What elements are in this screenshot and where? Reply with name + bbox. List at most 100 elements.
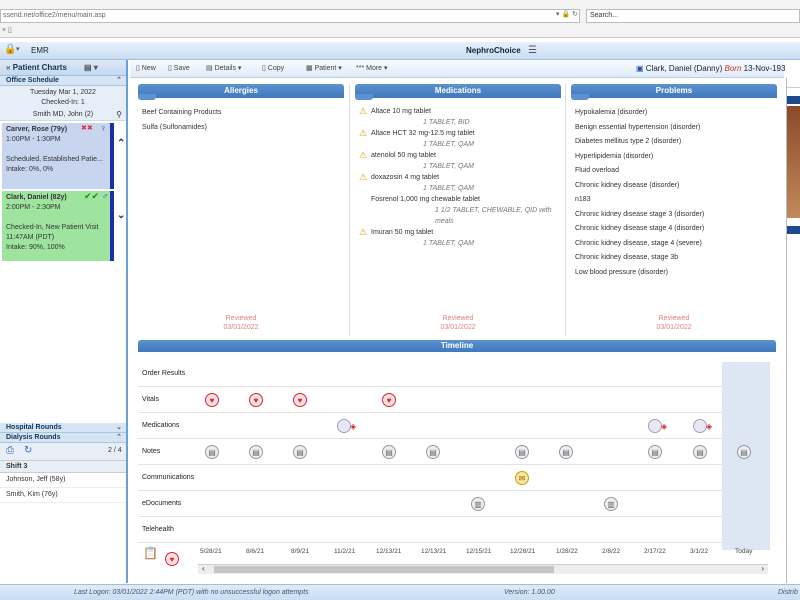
note-icon[interactable]: ▤ (648, 445, 662, 459)
medication-sig: 1 TABLET, BID (423, 119, 470, 126)
allergies-header[interactable]: Allergies (138, 84, 344, 100)
allergy-item[interactable]: Beef Containing Products (142, 106, 340, 121)
problem-item[interactable]: n183 (575, 193, 773, 208)
allergy-item[interactable]: Sulfa (Sulfonamides) (142, 121, 340, 136)
more-button[interactable]: *** More ▾ (356, 64, 388, 72)
hospital-rounds-header[interactable]: Hospital Rounds ⌄ (0, 423, 126, 433)
problem-item[interactable]: Chronic kidney disease (disorder) (575, 179, 773, 194)
note-icon[interactable]: ▤ (559, 445, 573, 459)
new-button[interactable]: ▯ New (136, 64, 156, 72)
scroll-up-icon[interactable]: ⌃ (117, 138, 125, 149)
problems-header[interactable]: Problems (571, 84, 777, 100)
office-schedule-header[interactable]: Office Schedule ⌃ (0, 76, 126, 86)
close-tab-icon[interactable]: × (2, 27, 6, 34)
medication-item[interactable]: ⚠ doxazosin 4 mg tablet (359, 172, 557, 183)
timeline-date: Today (735, 548, 753, 555)
problem-item[interactable]: Chronic kidney disease stage 3 (disorder… (575, 208, 773, 223)
pill-icon[interactable]: ◈ (693, 419, 712, 433)
details-label: Details (214, 65, 236, 72)
schedule-date: Tuesday Mar 1, 2022 (30, 89, 96, 96)
dialysis-rounds-label: Dialysis Rounds (6, 434, 61, 441)
new-label: New (141, 65, 156, 72)
note-icon[interactable]: ▤ (515, 445, 529, 459)
hamburger-menu-icon[interactable]: ☰ (528, 45, 537, 56)
medications-title: Medications (434, 86, 482, 95)
document-icon[interactable]: ▥ (604, 497, 618, 511)
note-icon[interactable]: ▤ (737, 445, 751, 459)
problem-item[interactable]: Fluid overload (575, 164, 773, 179)
medications-header[interactable]: Medications (355, 84, 561, 100)
heart-icon[interactable]: ♥ (165, 552, 179, 566)
timeline-date: 12/15/21 (466, 548, 492, 555)
note-icon[interactable]: ▤ (249, 445, 263, 459)
timeline-row-label: Order Results (142, 370, 186, 377)
note-icon[interactable]: ▤ (205, 445, 219, 459)
problem-item[interactable]: Diabetes mellitus type 2 (disorder) (575, 135, 773, 150)
patient-charts-header: « Patient Charts ▤ ▾ (0, 60, 126, 76)
module-name: EMR (31, 46, 49, 55)
problem-item[interactable]: Chronic kidney disease, stage 4 (severe) (575, 237, 773, 252)
medication-item[interactable]: ⚠ Altace HCT 32 mg-12.5 mg tablet (359, 128, 557, 139)
timeline-row-label: Medications (142, 422, 180, 429)
patient-button[interactable]: ▦ Patient ▾ (306, 64, 342, 72)
document-icon[interactable]: ▥ (471, 497, 485, 511)
born-label: Born (724, 64, 742, 73)
timeline-header[interactable]: Timeline (138, 340, 776, 352)
dropdown-icon[interactable]: ▾ (556, 11, 560, 18)
appointment-card-selected[interactable]: Clark, Daniel (82y) 2:00PM - 2:30PM Chec… (2, 191, 114, 261)
heart-icon[interactable]: ♥ (382, 393, 396, 407)
pill-icon[interactable]: ◈ (648, 419, 667, 433)
collapse-icon[interactable]: « (6, 63, 10, 72)
heart-icon[interactable]: ♥ (249, 393, 263, 407)
problem-item[interactable]: Chronic kidney disease, stage 3b (575, 251, 773, 266)
shift-patient-row[interactable]: Smith, Kim (76y) (0, 488, 126, 503)
patient-name: Clark, Daniel (Danny) (645, 64, 723, 73)
medication-item[interactable]: ⚠ Altace 10 mg tablet (359, 106, 557, 117)
medication-sig: 1 TABLET, QAM (423, 163, 474, 170)
side-search-input[interactable] (787, 78, 800, 88)
pill-icon[interactable]: ◈ (337, 419, 356, 433)
heart-icon[interactable]: ♥ (205, 393, 219, 407)
dialysis-rounds-header[interactable]: Dialysis Rounds ⌃ (0, 433, 126, 443)
scrollbar-thumb[interactable] (214, 566, 554, 573)
copy-button[interactable]: ▯ Copy (262, 64, 284, 72)
timeline-date: 3/1/22 (690, 548, 709, 555)
heart-icon[interactable]: ♥ (293, 393, 307, 407)
medication-sig: 1 TABLET, QAM (423, 185, 474, 192)
note-icon[interactable]: ▤ (382, 445, 396, 459)
hospital-rounds-label: Hospital Rounds (6, 424, 62, 431)
calendar-icon[interactable]: ▤ ▾ (84, 60, 98, 76)
refresh-icon[interactable]: ↻ (572, 11, 578, 18)
problem-item[interactable]: Hyperlipidemia (disorder) (575, 150, 773, 165)
note-icon[interactable]: ▤ (693, 445, 707, 459)
medication-item[interactable]: ⚠ Imuran 50 mg tablet (359, 227, 557, 238)
timeline-date: 8/6/21 (246, 548, 265, 555)
problem-item[interactable]: Chronic kidney disease stage 4 (disorder… (575, 222, 773, 237)
scroll-right-icon[interactable]: › (761, 564, 764, 573)
appointment-card[interactable]: Carver, Rose (79y) 1:00PM - 1:30PM Sched… (2, 123, 114, 189)
browser-search-input[interactable]: Search... (586, 9, 800, 23)
print-icon[interactable]: ⎙ (6, 445, 14, 456)
details-button[interactable]: ▤ Details ▾ (206, 64, 241, 72)
problem-item[interactable]: Hypokalemia (disorder) (575, 106, 773, 121)
refresh-icon[interactable]: ↻ (24, 445, 32, 456)
clipboard-icon[interactable]: 📋 (143, 546, 158, 560)
problem-item[interactable]: Benign essential hypertension (disorder) (575, 121, 773, 136)
medication-item[interactable]: Fosrenol 1,000 mg chewable tablet (359, 194, 557, 205)
timeline-scrollbar[interactable]: ‹ › (198, 564, 768, 574)
note-icon[interactable]: ▤ (293, 445, 307, 459)
problem-item[interactable]: Low blood pressure (disorder) (575, 266, 773, 281)
shift-patient-row[interactable]: Johnson, Jeff (58y) (0, 473, 126, 488)
envelope-icon[interactable]: ✉ (515, 471, 529, 485)
address-bar[interactable]: ssend.net/office2/menu/main.asp (0, 9, 580, 23)
chevron-down-icon[interactable]: ▾ (16, 45, 20, 53)
save-button[interactable]: ▯ Save (168, 64, 190, 72)
right-side-panel[interactable] (786, 78, 800, 583)
scroll-down-icon[interactable]: ⌄ (117, 210, 125, 221)
medication-item[interactable]: ⚠ atenolol 50 mg tablet (359, 150, 557, 161)
provider-row[interactable]: Smith MD, John (2) ⚲ (0, 110, 126, 121)
search-icon[interactable]: ⚲ (116, 110, 122, 120)
scroll-left-icon[interactable]: ‹ (202, 564, 205, 573)
lock-icon[interactable]: 🔒 (4, 44, 16, 56)
note-icon[interactable]: ▤ (426, 445, 440, 459)
